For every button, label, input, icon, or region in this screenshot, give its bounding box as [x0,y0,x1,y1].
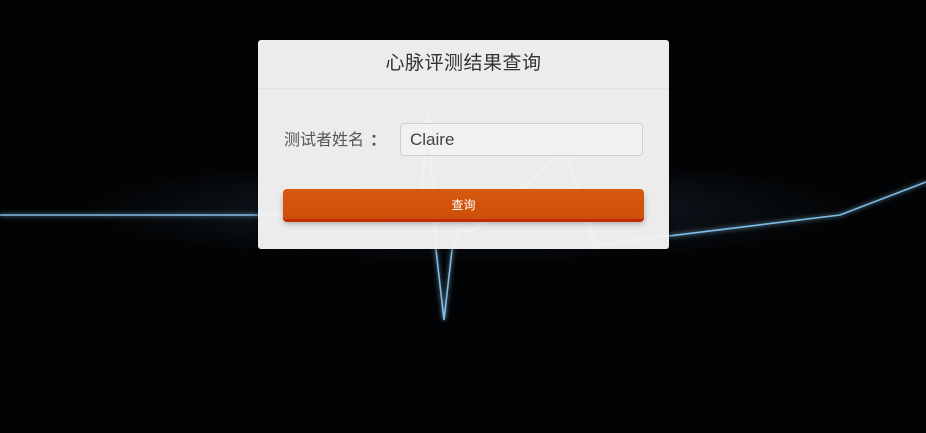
query-button[interactable]: 查询 [283,189,644,219]
name-label: 测试者姓名 [284,130,365,149]
page-background: 心脉评测结果查询 测试者姓名 ： 查询 [0,0,926,433]
query-dialog: 心脉评测结果查询 测试者姓名 ： 查询 [258,40,669,249]
dialog-title: 心脉评测结果查询 [258,40,669,89]
name-label-colon: ： [370,130,387,149]
name-field-row: 测试者姓名 ： [258,123,669,157]
name-input[interactable] [400,123,643,156]
